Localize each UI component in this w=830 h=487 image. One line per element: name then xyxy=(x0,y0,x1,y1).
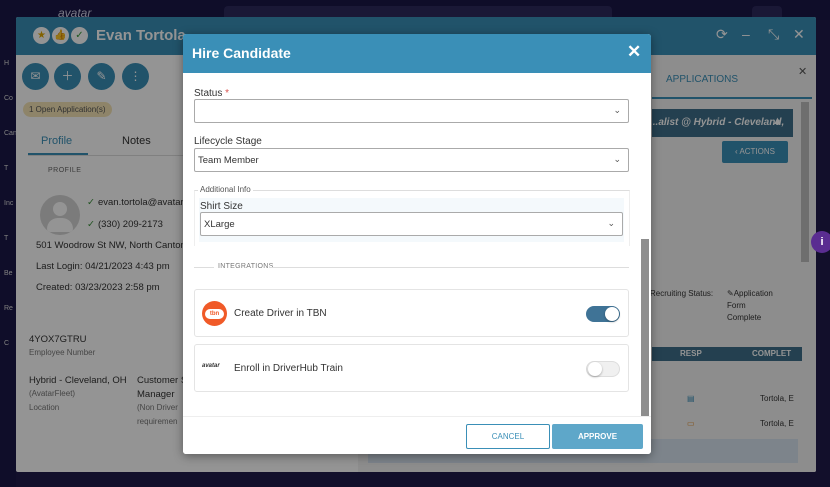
avatar-logo-icon: avatar xyxy=(202,363,220,369)
create-driver-toggle[interactable] xyxy=(586,306,620,322)
integration-label: Enroll in DriverHub Train xyxy=(234,363,343,374)
integration-card-tbn: Create Driver in TBN xyxy=(194,289,629,337)
chevron-down-icon: ⌄ xyxy=(607,218,615,228)
integrations-label: INTEGRATIONS xyxy=(218,263,274,270)
integration-card-driverhub: avatar Enroll in DriverHub Train xyxy=(194,344,629,392)
chevron-down-icon: ⌄ xyxy=(613,154,621,164)
close-icon[interactable]: ✕ xyxy=(627,42,641,62)
lifecycle-label: Lifecycle Stage xyxy=(194,136,262,147)
modal-title: Hire Candidate xyxy=(192,45,291,61)
enroll-driverhub-toggle[interactable] xyxy=(586,361,620,377)
modal-scrollbar[interactable] xyxy=(641,239,649,416)
toggle-knob xyxy=(605,307,619,321)
modal-footer: CANCEL APPROVE xyxy=(183,416,651,454)
required-marker: * xyxy=(225,88,230,99)
shirt-size-value: XLarge xyxy=(204,219,235,230)
additional-info-legend: Additional Info xyxy=(198,185,253,194)
hire-candidate-modal: Hire Candidate ✕ Status * ⌄ Lifecycle St… xyxy=(183,34,651,454)
tbn-logo-icon xyxy=(202,301,227,326)
approve-button[interactable]: APPROVE xyxy=(552,424,643,449)
modal-header: Hire Candidate ✕ xyxy=(183,34,651,73)
status-label: Status * xyxy=(194,88,229,99)
lifecycle-value: Team Member xyxy=(198,155,259,166)
divider xyxy=(269,267,629,268)
status-label-text: Status xyxy=(194,88,223,99)
info-icon[interactable]: i xyxy=(811,231,830,253)
toggle-knob xyxy=(588,362,602,376)
divider xyxy=(194,267,214,268)
lifecycle-select[interactable]: Team Member ⌄ xyxy=(194,148,629,172)
status-select[interactable]: ⌄ xyxy=(194,99,629,123)
chevron-down-icon: ⌄ xyxy=(613,105,621,115)
integration-label: Create Driver in TBN xyxy=(234,308,327,319)
shirt-size-label: Shirt Size xyxy=(200,201,243,212)
shirt-size-select[interactable]: XLarge ⌄ xyxy=(200,212,623,236)
cancel-button[interactable]: CANCEL xyxy=(466,424,550,449)
